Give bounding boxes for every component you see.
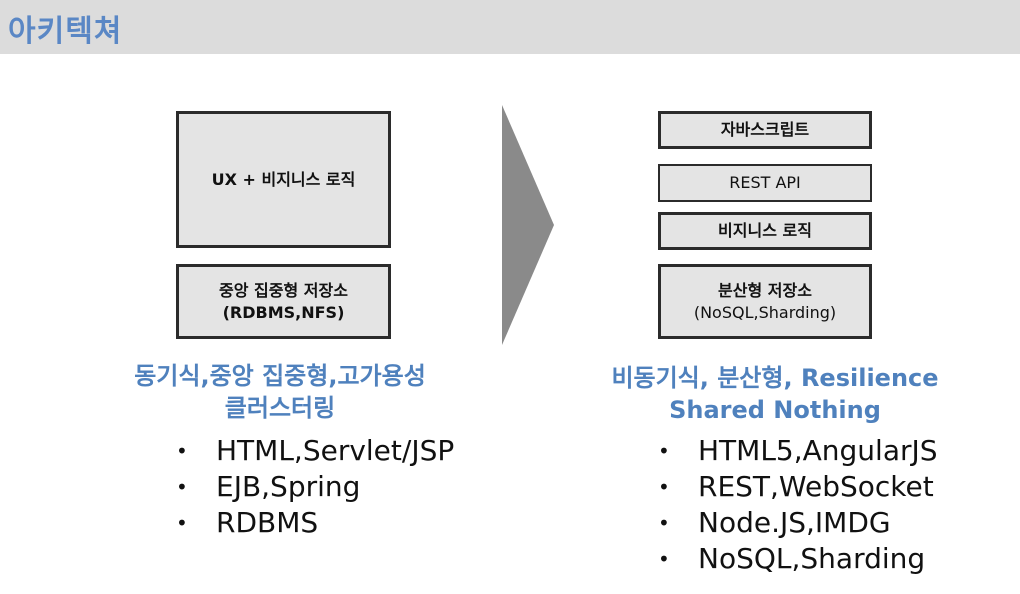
distributed-storage-box: 분산형 저장소 (NoSQL,Sharding): [658, 264, 872, 339]
left-heading-line2: 클러스터링: [224, 394, 336, 422]
distributed-storage-sublabel: (NoSQL,Sharding): [693, 302, 837, 322]
right-heading-line2: Shared Nothing: [669, 396, 881, 424]
left-heading-line1: 동기식,중앙 집중형,고가용성: [134, 362, 426, 390]
bullet-text: HTML,Servlet/JSP: [216, 434, 455, 467]
bullet-icon: •: [658, 439, 670, 463]
javascript-box: 자바스크립트: [658, 111, 872, 149]
page-title: 아키텍쳐: [8, 14, 123, 49]
bullet-text: Node.JS,IMDG: [698, 506, 891, 539]
central-storage-sublabel: (RDBMS,NFS): [222, 302, 345, 322]
bullet-text: NoSQL,Sharding: [698, 542, 926, 575]
rest-api-label: REST API: [729, 173, 801, 193]
bullet-icon: •: [658, 547, 670, 571]
list-item: • EJB,Spring: [176, 469, 454, 505]
business-logic-label: 비지니스 로직: [718, 221, 812, 241]
bullet-icon: •: [658, 475, 670, 499]
central-storage-label: 중앙 집중형 저장소: [219, 280, 348, 300]
bullet-text: EJB,Spring: [216, 470, 361, 503]
ux-business-logic-box: UX + 비지니스 로직: [176, 111, 391, 248]
right-bullet-list: • HTML5,AngularJS • REST,WebSocket • Node.J…: [658, 433, 938, 577]
bullet-text: HTML5,AngularJS: [698, 434, 938, 467]
central-storage-box: 중앙 집중형 저장소 (RDBMS,NFS): [176, 264, 391, 339]
list-item: • HTML,Servlet/JSP: [176, 433, 454, 469]
ux-business-logic-label: UX + 비지니스 로직: [211, 169, 356, 189]
bullet-icon: •: [176, 439, 188, 463]
left-bullet-list: • HTML,Servlet/JSP • EJB,Spring • RDBMS: [176, 433, 454, 541]
title-bar: 아키텍쳐: [0, 0, 1020, 54]
list-item: • REST,WebSocket: [658, 469, 938, 505]
bullet-text: REST,WebSocket: [698, 470, 934, 503]
left-heading: 동기식,중앙 집중형,고가용성 클러스터링: [80, 360, 480, 424]
transition-arrow-icon: [502, 105, 554, 345]
bullet-icon: •: [658, 511, 670, 535]
bullet-icon: •: [176, 475, 188, 499]
list-item: • NoSQL,Sharding: [658, 541, 938, 577]
bullet-icon: •: [176, 511, 188, 535]
right-heading: 비동기식, 분산형, Resilience Shared Nothing: [580, 362, 970, 426]
javascript-label: 자바스크립트: [720, 120, 810, 140]
right-heading-line1: 비동기식, 분산형, Resilience: [611, 364, 939, 392]
list-item: • Node.JS,IMDG: [658, 505, 938, 541]
bullet-text: RDBMS: [216, 506, 319, 539]
rest-api-box: REST API: [658, 164, 872, 202]
list-item: • HTML5,AngularJS: [658, 433, 938, 469]
list-item: • RDBMS: [176, 505, 454, 541]
business-logic-box: 비지니스 로직: [658, 212, 872, 250]
distributed-storage-label: 분산형 저장소: [718, 280, 812, 300]
